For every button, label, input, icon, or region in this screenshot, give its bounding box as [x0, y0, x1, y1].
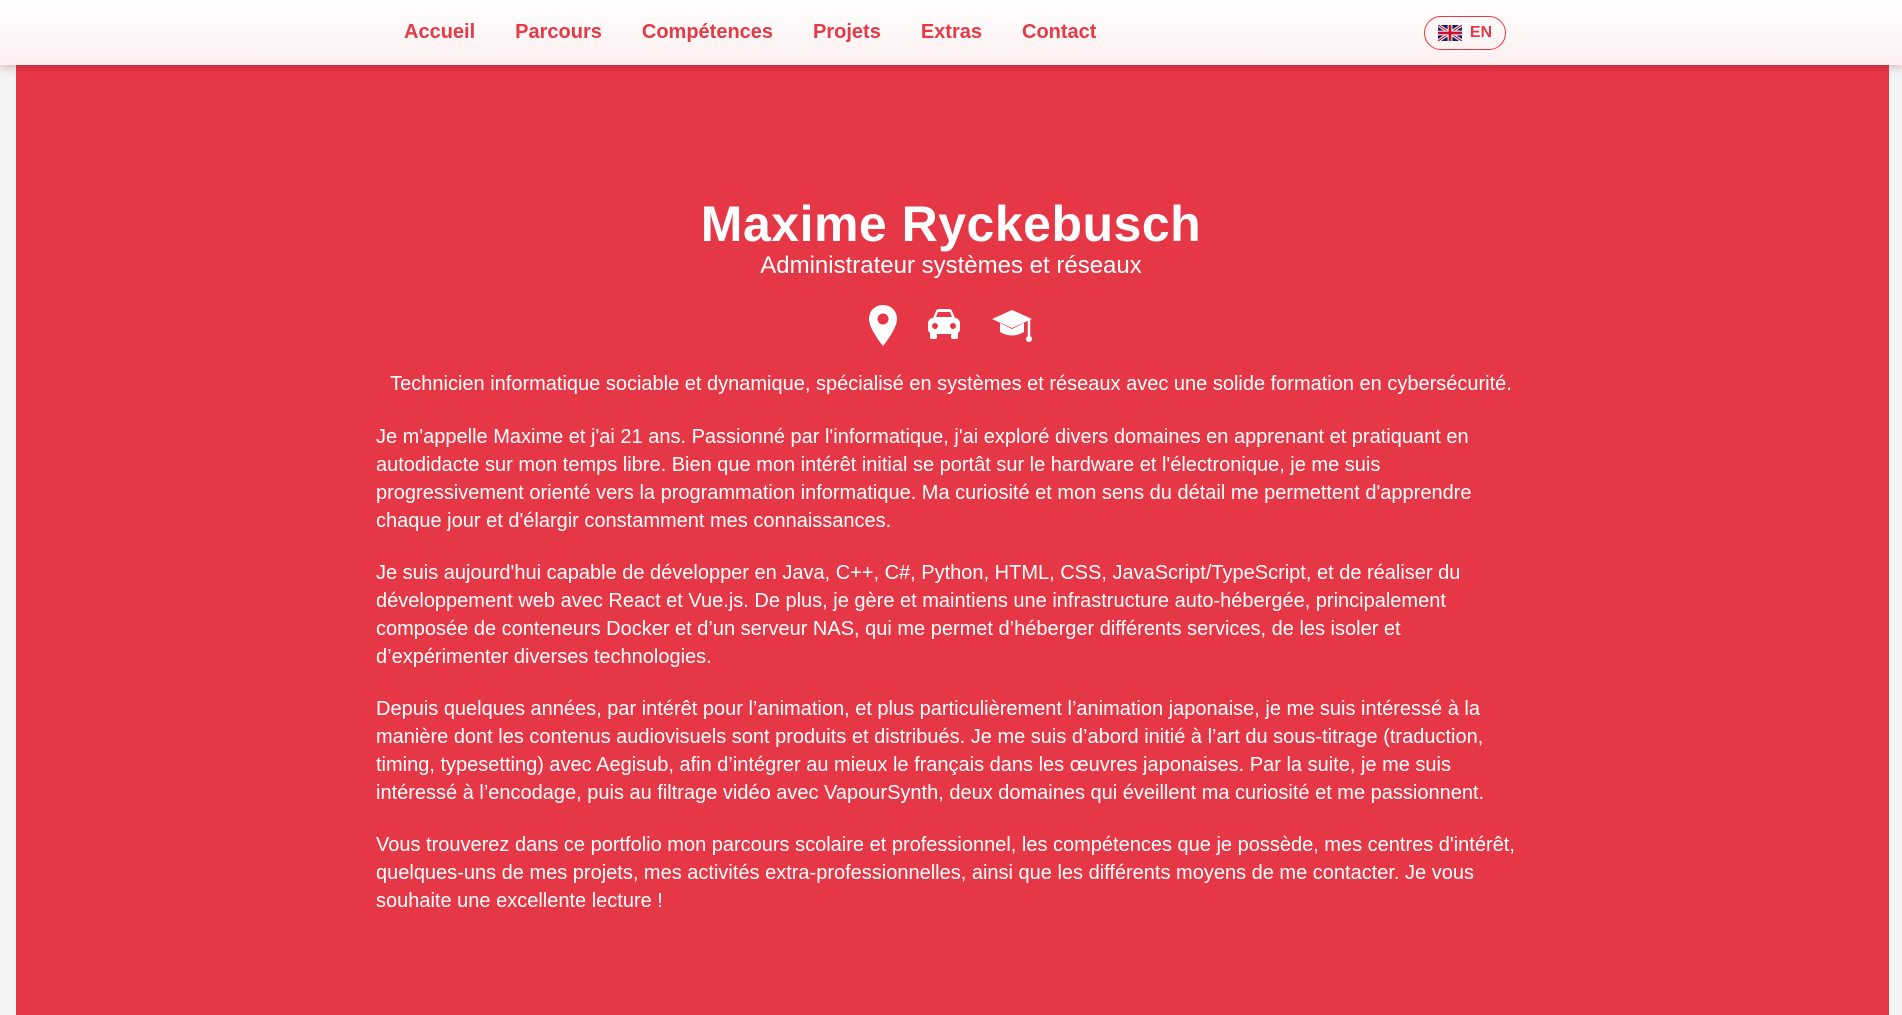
- hero-name: Maxime Ryckebusch: [700, 196, 1202, 252]
- graduation-cap-icon[interactable]: [990, 304, 1034, 348]
- nav-link-parcours[interactable]: Parcours: [515, 21, 602, 44]
- nav-link-contact[interactable]: Contact: [1022, 21, 1096, 44]
- nav-link-projets[interactable]: Projets: [813, 21, 881, 44]
- navbar: Accueil Parcours Compétences Projets Ext…: [0, 0, 1902, 65]
- nav-links: Accueil Parcours Compétences Projets Ext…: [404, 0, 1136, 65]
- uk-flag-icon: [1437, 25, 1462, 41]
- language-toggle-button[interactable]: EN: [1424, 16, 1506, 50]
- nav-link-accueil[interactable]: Accueil: [404, 21, 475, 44]
- about-paragraph: Je m'appelle Maxime et j'ai 21 ans. Pass…: [376, 426, 1472, 532]
- hero-subtitle: Administrateur systèmes et réseaux: [760, 252, 1142, 279]
- about-section: Je m'appelle Maxime et j'ai 21 ans. Pass…: [376, 423, 1524, 939]
- about-paragraph: Vous trouverez dans ce portfolio mon par…: [376, 834, 1515, 912]
- hero-icon-row: [0, 304, 1902, 348]
- language-label: EN: [1469, 24, 1493, 41]
- nav-link-extras[interactable]: Extras: [921, 21, 982, 44]
- about-paragraph: Je suis aujourd'hui capable de développe…: [376, 562, 1461, 668]
- hero-summary: Technicien informatique sociable et dyna…: [390, 373, 1512, 395]
- nav-link-competences[interactable]: Compétences: [642, 21, 773, 44]
- about-paragraph: Depuis quelques années, par intérêt pour…: [376, 698, 1485, 804]
- location-pin-icon[interactable]: [868, 304, 898, 348]
- car-icon[interactable]: [924, 304, 964, 348]
